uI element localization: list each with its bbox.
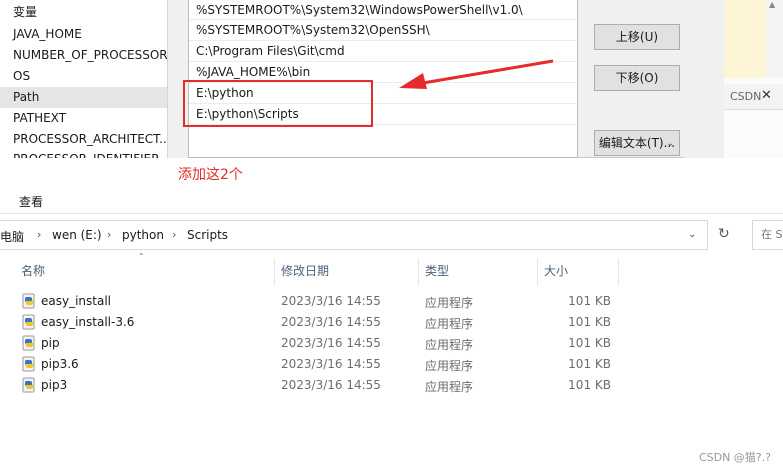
variable-item[interactable]: PROCESSOR_IDENTIFIER (0, 150, 167, 158)
column-divider[interactable] (418, 258, 419, 286)
close-icon[interactable]: ✕ (761, 88, 772, 103)
column-divider[interactable] (274, 258, 275, 286)
variable-item[interactable]: NUMBER_OF_PROCESSORS (0, 45, 167, 66)
chevron-right-icon[interactable]: › (172, 228, 176, 241)
chevron-right-icon[interactable]: › (107, 228, 111, 241)
chevron-right-icon[interactable]: › (37, 228, 41, 241)
file-modified: 2023/3/16 14:55 (281, 357, 381, 371)
file-modified: 2023/3/16 14:55 (281, 294, 381, 308)
file-type: 应用程序 (425, 296, 474, 310)
background-scrollbar[interactable] (766, 0, 783, 78)
python-file-icon (22, 293, 35, 309)
variable-item[interactable]: PATHEXT (0, 108, 167, 129)
file-size: 101 KB (568, 378, 611, 392)
file-name: pip (41, 336, 60, 350)
address-row: 电脑 › wen (E:) › python › Scripts ⌄ ↻ 在 S (0, 220, 783, 252)
column-divider[interactable] (537, 258, 538, 286)
variable-list[interactable]: 变量 JAVA_HOME NUMBER_OF_PROCESSORS OS Pat… (0, 0, 168, 158)
file-size: 101 KB (568, 336, 611, 350)
address-bar[interactable]: 电脑 › wen (E:) › python › Scripts ⌄ (0, 220, 708, 250)
path-entry[interactable]: %SYSTEMROOT%\System32\WindowsPowerShell\… (189, 0, 577, 20)
column-header-name[interactable]: 名称 (21, 264, 45, 286)
background-tab-label: CSDN (730, 90, 762, 103)
refresh-icon[interactable]: ↻ (718, 226, 730, 242)
file-modified: 2023/3/16 14:55 (281, 336, 381, 350)
variable-list-header: 变量 (13, 5, 38, 19)
file-modified: 2023/3/16 14:55 (281, 315, 381, 329)
file-type: 应用程序 (425, 338, 474, 352)
python-file-icon (22, 314, 35, 330)
file-row[interactable]: pip3.6 2023/3/16 14:55 应用程序 101 KB (0, 354, 783, 375)
red-arrow-icon (399, 59, 554, 89)
environment-variables-dialog: 变量 JAVA_HOME NUMBER_OF_PROCESSORS OS Pat… (0, 0, 724, 158)
search-input[interactable]: 在 S (752, 220, 783, 250)
file-modified: 2023/3/16 14:55 (281, 378, 381, 392)
file-size: 101 KB (568, 357, 611, 371)
ribbon-tab-view[interactable]: 查看 (19, 193, 43, 210)
column-header-type[interactable]: 类型 (425, 264, 449, 286)
scroll-up-icon[interactable]: ▲ (769, 0, 775, 9)
python-file-icon (22, 335, 35, 351)
ribbon-bar: 查看 (0, 186, 783, 214)
watermark: CSDN @猫?.? (698, 451, 771, 464)
variable-item[interactable]: PROCESSOR_ARCHITECT... (0, 129, 167, 150)
breadcrumb-python[interactable]: python (122, 228, 164, 242)
file-row[interactable]: easy_install 2023/3/16 14:55 应用程序 101 KB (0, 291, 783, 312)
file-type: 应用程序 (425, 359, 474, 373)
file-size: 101 KB (568, 294, 611, 308)
background-tab[interactable]: CSDN (724, 84, 783, 110)
annotation-text: 添加这2个 (178, 167, 243, 183)
variable-item[interactable]: JAVA_HOME (0, 24, 167, 45)
column-header-size[interactable]: 大小 (544, 264, 568, 286)
breadcrumb-this-pc[interactable]: 电脑 (0, 228, 24, 245)
file-row[interactable]: pip 2023/3/16 14:55 应用程序 101 KB (0, 333, 783, 354)
variable-item-path[interactable]: Path (0, 87, 167, 108)
python-file-icon (22, 356, 35, 372)
file-name: easy_install-3.6 (41, 315, 135, 329)
path-entry[interactable]: %SYSTEMROOT%\System32\OpenSSH\ (189, 20, 577, 41)
move-up-button[interactable]: 上移(U) (594, 24, 680, 50)
file-name: easy_install (41, 294, 112, 308)
highlight-box (183, 80, 373, 127)
file-name: pip3 (41, 378, 68, 392)
chevron-down-icon[interactable]: ⌄ (666, 138, 674, 149)
file-name: pip3.6 (41, 357, 79, 371)
python-file-icon (22, 377, 35, 393)
chevron-down-icon[interactable]: ⌄ (688, 229, 696, 240)
sort-ascending-icon: ⌃ (138, 252, 145, 261)
file-row[interactable]: pip3 2023/3/16 14:55 应用程序 101 KB (0, 375, 783, 396)
move-down-button[interactable]: 下移(O) (594, 65, 680, 91)
file-type: 应用程序 (425, 317, 474, 331)
column-divider[interactable] (618, 258, 619, 286)
file-size: 101 KB (568, 315, 611, 329)
breadcrumb-scripts[interactable]: Scripts (187, 228, 228, 242)
dialog-gap (168, 0, 188, 158)
breadcrumb-drive[interactable]: wen (E:) (52, 228, 102, 242)
file-type: 应用程序 (425, 380, 474, 394)
file-row[interactable]: easy_install-3.6 2023/3/16 14:55 应用程序 10… (0, 312, 783, 333)
variable-item[interactable]: OS (0, 66, 167, 87)
column-header-modified[interactable]: 修改日期 (281, 264, 329, 286)
dialog-scroll-area (684, 0, 724, 158)
